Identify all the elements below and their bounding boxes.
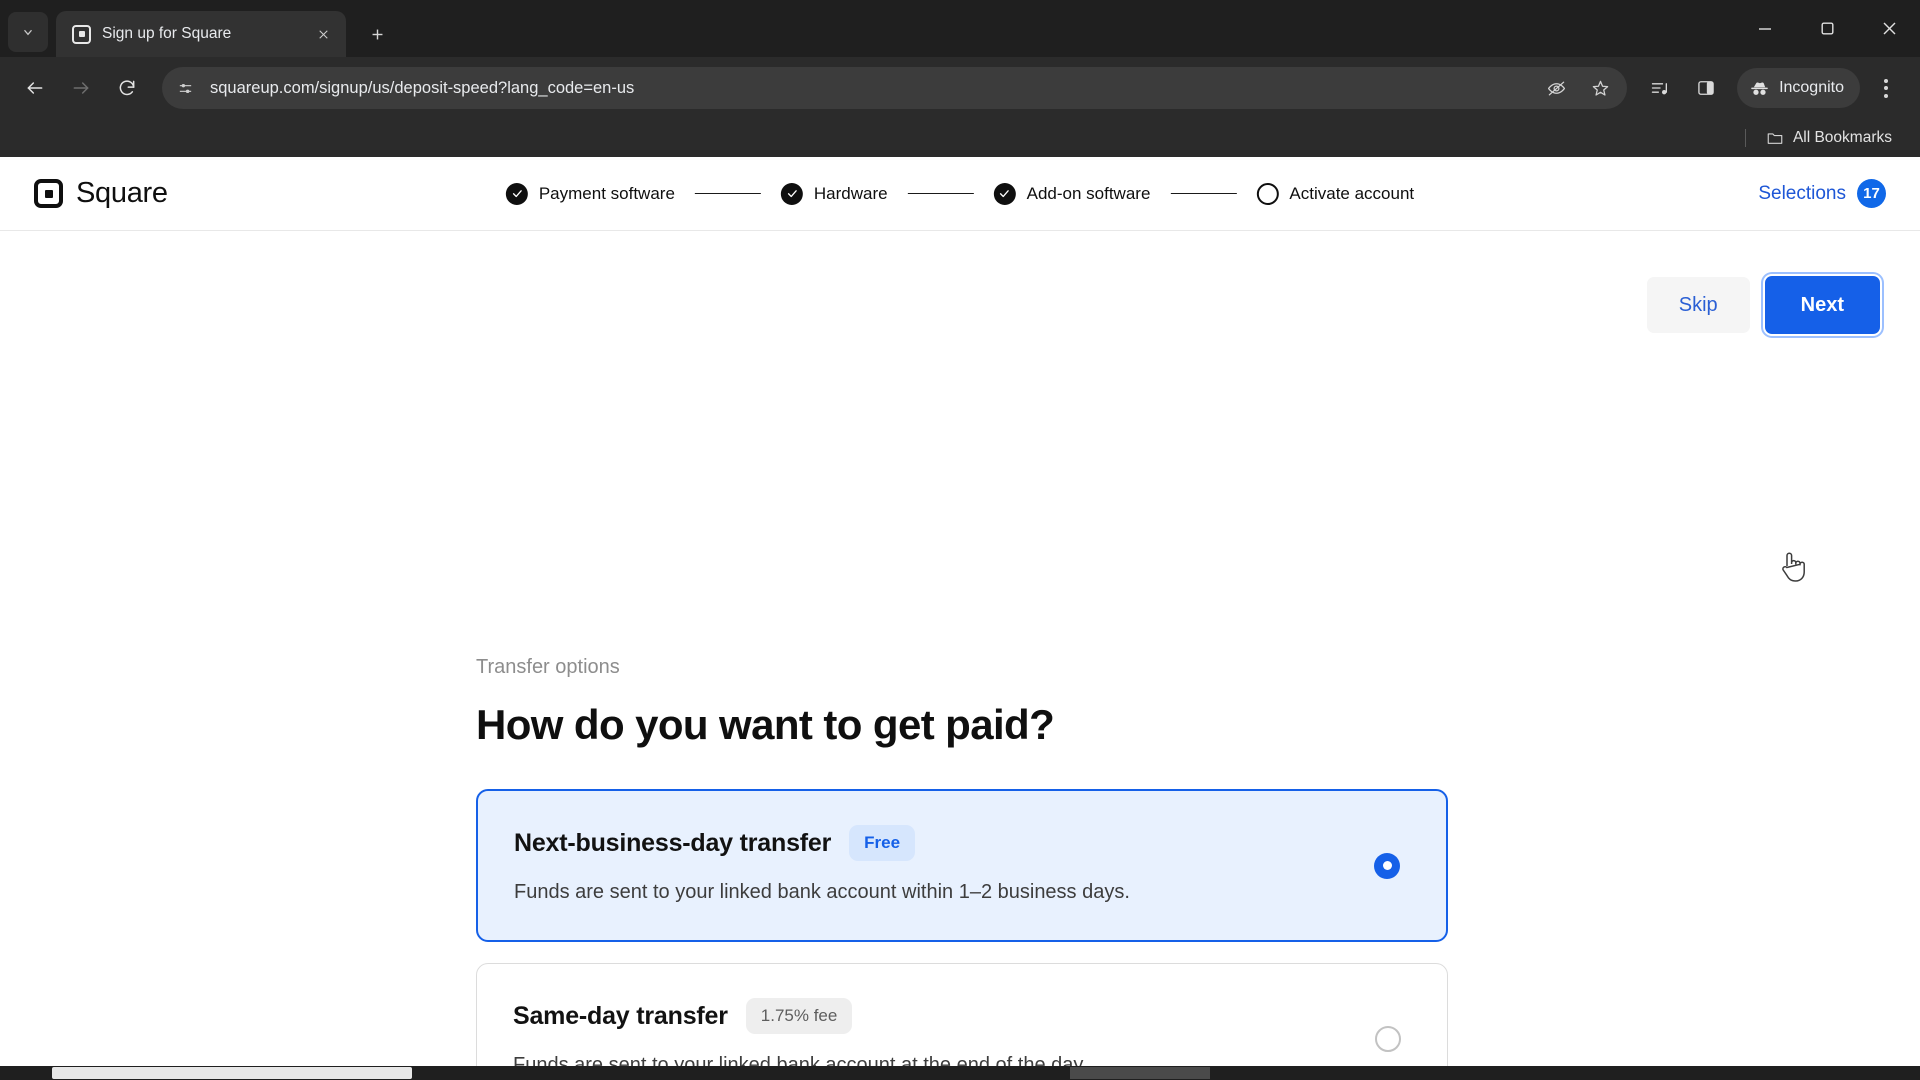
bookmarks-bar: All Bookmarks bbox=[0, 119, 1920, 157]
chrome-menu-button[interactable] bbox=[1866, 67, 1906, 109]
radio-button-selected[interactable] bbox=[1374, 852, 1400, 879]
square-logo-icon bbox=[34, 179, 63, 208]
step-hardware[interactable]: Hardware bbox=[780, 182, 888, 205]
close-window-button[interactable] bbox=[1858, 0, 1920, 57]
main-content: Transfer options How do you want to get … bbox=[476, 231, 1448, 1066]
selections-label: Selections bbox=[1758, 182, 1846, 204]
option-header: Same-day transfer 1.75% fee bbox=[513, 998, 1409, 1034]
scrollbar-thumb[interactable] bbox=[52, 1067, 412, 1079]
eye-off-icon[interactable] bbox=[1539, 71, 1573, 105]
empty-circle-icon bbox=[1256, 182, 1279, 205]
tab-title: Sign up for Square bbox=[102, 25, 232, 42]
option-header: Next-business-day transfer Free bbox=[514, 825, 1408, 861]
back-button[interactable] bbox=[14, 67, 56, 109]
check-circle-icon bbox=[505, 182, 528, 205]
mouse-cursor bbox=[1782, 552, 1805, 582]
browser-window: Sign up for Square squareup.com/signup/u… bbox=[0, 0, 1920, 1080]
option-next-business-day-transfer[interactable]: Next-business-day transfer Free Funds ar… bbox=[476, 789, 1448, 942]
step-label: Payment software bbox=[538, 183, 675, 203]
divider bbox=[1744, 128, 1746, 147]
browser-toolbar: squareup.com/signup/us/deposit-speed?lan… bbox=[0, 57, 1920, 119]
option-same-day-transfer[interactable]: Same-day transfer 1.75% fee Funds are se… bbox=[476, 963, 1448, 1066]
option-badge-fee: 1.75% fee bbox=[745, 998, 853, 1034]
tab-strip: Sign up for Square bbox=[0, 0, 1920, 57]
step-connector bbox=[907, 192, 974, 195]
arrow-left-icon bbox=[27, 82, 43, 94]
maximize-icon bbox=[1821, 22, 1834, 35]
radio-button-unselected[interactable] bbox=[1375, 1025, 1401, 1052]
action-buttons: Skip Next bbox=[1646, 276, 1880, 334]
step-connector bbox=[1170, 192, 1237, 195]
new-tab-button[interactable] bbox=[358, 15, 396, 53]
option-title: Same-day transfer bbox=[513, 1001, 728, 1030]
minimize-button[interactable] bbox=[1734, 0, 1796, 57]
option-description: Funds are sent to your linked bank accou… bbox=[513, 1054, 1088, 1066]
section-eyebrow: Transfer options bbox=[476, 656, 620, 678]
step-label: Hardware bbox=[813, 183, 888, 203]
page-title: How do you want to get paid? bbox=[476, 701, 1055, 748]
taskbar-segment bbox=[1070, 1067, 1210, 1079]
arrow-right-icon bbox=[73, 82, 89, 94]
incognito-icon bbox=[1751, 81, 1768, 95]
reload-icon bbox=[119, 80, 135, 96]
all-bookmarks-button[interactable]: All Bookmarks bbox=[1756, 124, 1902, 152]
incognito-label: Incognito bbox=[1779, 79, 1844, 96]
step-label: Activate account bbox=[1289, 183, 1415, 203]
page-content: Square Payment software Hardware Add-on … bbox=[0, 157, 1920, 1080]
incognito-indicator[interactable]: Incognito bbox=[1737, 68, 1860, 108]
selections-count-badge: 17 bbox=[1857, 179, 1886, 208]
browser-tab[interactable]: Sign up for Square bbox=[56, 11, 346, 57]
maximize-button[interactable] bbox=[1796, 0, 1858, 57]
all-bookmarks-label: All Bookmarks bbox=[1792, 128, 1892, 146]
star-icon[interactable] bbox=[1583, 71, 1617, 105]
square-logo[interactable]: Square bbox=[34, 177, 168, 210]
minimize-icon bbox=[1759, 27, 1771, 30]
chevron-down-icon bbox=[24, 29, 32, 36]
step-label: Add-on software bbox=[1026, 183, 1151, 203]
bottom-scrollbar[interactable] bbox=[0, 1066, 1920, 1080]
reload-button[interactable] bbox=[106, 67, 148, 109]
reading-list-icon[interactable] bbox=[1639, 67, 1681, 109]
step-add-on-software[interactable]: Add-on software bbox=[993, 182, 1151, 205]
step-activate-account[interactable]: Activate account bbox=[1256, 182, 1415, 205]
site-settings-icon[interactable] bbox=[170, 73, 200, 103]
site-header: Square Payment software Hardware Add-on … bbox=[0, 157, 1920, 231]
square-logo-text: Square bbox=[76, 177, 168, 209]
check-circle-icon bbox=[780, 182, 803, 205]
close-icon bbox=[318, 29, 328, 39]
folder-icon bbox=[1767, 132, 1783, 144]
close-tab-button[interactable] bbox=[310, 21, 336, 47]
tab-search-button[interactable] bbox=[8, 12, 48, 52]
close-icon bbox=[1883, 22, 1895, 35]
check-circle-icon bbox=[993, 182, 1016, 205]
step-payment-software[interactable]: Payment software bbox=[505, 182, 675, 205]
tune-icon bbox=[179, 83, 191, 93]
plus-icon bbox=[372, 29, 382, 39]
address-bar[interactable]: squareup.com/signup/us/deposit-speed?lan… bbox=[162, 67, 1628, 109]
skip-button[interactable]: Skip bbox=[1646, 277, 1750, 333]
window-controls bbox=[1734, 0, 1920, 57]
option-badge-free: Free bbox=[849, 825, 916, 861]
url-text: squareup.com/signup/us/deposit-speed?lan… bbox=[210, 78, 635, 97]
page-body: Skip Next Transfer options How do you wa… bbox=[0, 231, 1920, 1066]
side-panel-icon[interactable] bbox=[1685, 67, 1727, 109]
next-button[interactable]: Next bbox=[1764, 276, 1880, 334]
option-description: Funds are sent to your linked bank accou… bbox=[514, 881, 1130, 903]
step-connector bbox=[694, 192, 761, 195]
forward-button[interactable] bbox=[60, 67, 102, 109]
option-title: Next-business-day transfer bbox=[514, 828, 832, 857]
transfer-options-list: Next-business-day transfer Free Funds ar… bbox=[476, 789, 1448, 1066]
square-favicon bbox=[72, 24, 91, 44]
selections-button[interactable]: Selections 17 bbox=[1758, 179, 1886, 208]
progress-stepper: Payment software Hardware Add-on softwar… bbox=[505, 182, 1415, 205]
